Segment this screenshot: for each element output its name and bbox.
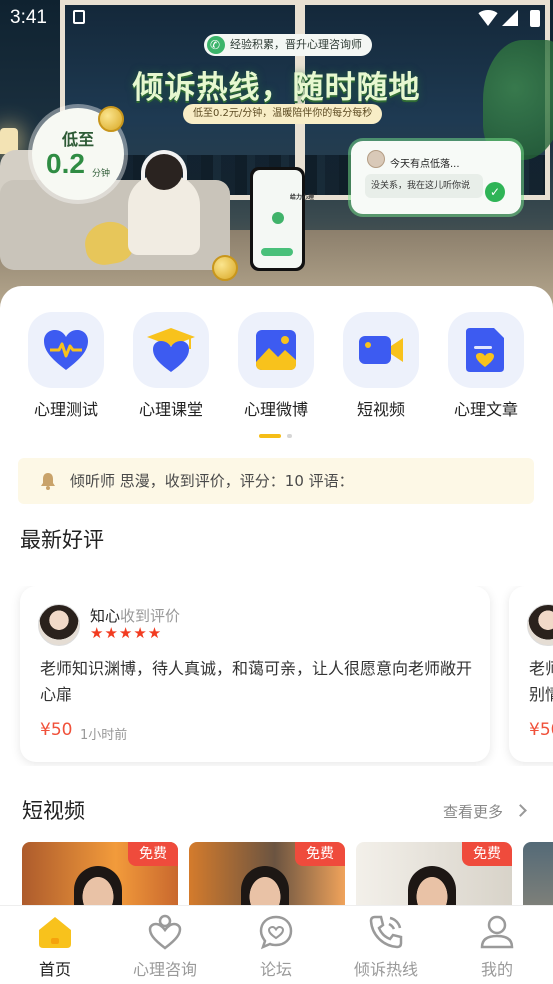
chat-heart-icon xyxy=(259,915,293,950)
chat-bubble: 今天有点低落... 没关系，我在这儿听你说 ✓ xyxy=(351,141,521,214)
review-text: 老师知识渊博，待人真诚，和蔼可亲，让人很愿意向老师敞开心扉 xyxy=(40,659,473,704)
quick-link-psych-blog[interactable]: 心理微博 xyxy=(229,312,323,420)
bottom-tab-bar: 首页 心理咨询 论坛 倾诉热线 我的 xyxy=(0,905,553,984)
tab-label: 论坛 xyxy=(259,960,292,979)
image-icon xyxy=(256,330,296,370)
status-time: 3:41 xyxy=(10,7,47,28)
review-time: 1小时前 xyxy=(80,728,128,743)
check-icon: ✓ xyxy=(485,182,505,202)
tab-forum[interactable]: 论坛 xyxy=(221,906,331,984)
reviews-section-title: 最新好评 xyxy=(20,528,104,552)
banner-subtitle: 低至0.2元/分钟，温暖陪伴你的每分每秒 xyxy=(183,104,383,124)
quick-link-label: 短视频 xyxy=(356,400,405,419)
phone-button xyxy=(261,248,293,256)
quick-link-psych-class[interactable]: 心理课堂 xyxy=(124,312,218,420)
see-more-link[interactable]: 查看更多 xyxy=(443,801,503,822)
phone-illustration: 给力心理 xyxy=(250,167,314,271)
coin-icon xyxy=(212,255,238,281)
pager-dot xyxy=(287,434,292,438)
video-face xyxy=(74,866,122,906)
quick-link-label: 心理文章 xyxy=(453,400,518,419)
home-icon xyxy=(39,917,71,948)
review-action: 收到评价 xyxy=(120,607,181,625)
wifi-icon xyxy=(476,10,500,26)
heart-person-icon xyxy=(148,914,182,950)
graduation-heart-icon xyxy=(147,328,195,372)
quick-links: 心理测试 心理课堂 心理微博 短视频 心理文章 xyxy=(0,312,553,422)
heart-pulse-icon xyxy=(44,330,88,370)
reviewer-name-text: 知心 xyxy=(90,607,121,625)
tab-label: 首页 xyxy=(38,960,71,979)
price-unit: 分钟 xyxy=(92,169,111,179)
avatar xyxy=(38,604,80,646)
video-thumbnail[interactable]: 免费 xyxy=(22,842,178,906)
tab-hotline[interactable]: 倾诉热线 xyxy=(331,906,441,984)
phone-icon xyxy=(207,36,225,54)
reviewer-name: 知心收到评价 xyxy=(90,605,180,626)
tab-profile[interactable]: 我的 xyxy=(442,906,552,984)
user-icon xyxy=(480,915,514,949)
notice-bar[interactable]: 倾听师 思漫，收到评价，评分：10 评语： xyxy=(18,458,534,504)
video-thumbnail[interactable]: 免费 xyxy=(356,842,512,906)
free-badge: 免费 xyxy=(462,842,512,866)
banner-tag-text: 经验积累，晋升心理咨询师 xyxy=(230,38,362,51)
document-heart-icon xyxy=(466,328,504,372)
avatar xyxy=(527,604,553,646)
quick-link-label: 心理测试 xyxy=(33,400,98,419)
review-text: 老师 别情 xyxy=(529,659,553,704)
quick-link-psych-article[interactable]: 心理文章 xyxy=(439,312,533,420)
video-thumbnail[interactable]: 免费 xyxy=(189,842,345,906)
status-bar: 3:41 xyxy=(0,0,553,38)
coin-icon xyxy=(98,106,124,132)
star-rating: ★★★★★ xyxy=(90,624,163,642)
review-card[interactable]: 老师 别情 ¥50 xyxy=(509,586,553,762)
banner-tag: 经验积累，晋升心理咨询师 xyxy=(204,34,372,56)
phone-app-title: 给力心理 xyxy=(289,194,314,201)
quick-link-psych-test[interactable]: 心理测试 xyxy=(19,312,113,420)
pager-dot-active xyxy=(259,434,281,438)
bell-icon xyxy=(41,473,55,490)
review-card[interactable]: 知心收到评价 ★★★★★ 老师知识渊博，待人真诚，和蔼可亲，让人很愿意向老师敞开… xyxy=(20,586,490,762)
quick-link-label: 心理课堂 xyxy=(138,400,203,419)
notice-text: 倾听师 思漫，收到评价，评分：10 评语： xyxy=(70,472,354,490)
banner-title: 倾诉热线，随时随地 xyxy=(132,70,421,106)
free-badge: 免费 xyxy=(295,842,345,866)
tab-label: 心理咨询 xyxy=(132,960,197,979)
phone-ring-icon xyxy=(369,915,403,949)
main-content: 心理测试 心理课堂 心理微博 短视频 心理文章 倾听师 思漫，收到评价，评分：1… xyxy=(0,286,553,906)
videos-section-title: 短视频 xyxy=(22,799,85,823)
review-price: ¥50 xyxy=(40,720,73,740)
review-price: ¥50 xyxy=(529,720,553,740)
notification-icon xyxy=(73,10,85,24)
tab-home[interactable]: 首页 xyxy=(0,906,110,984)
quick-link-short-video[interactable]: 短视频 xyxy=(334,312,428,420)
chat-name: 今天有点低落... xyxy=(390,159,460,170)
video-thumbnail[interactable] xyxy=(523,842,553,906)
tab-label: 倾诉热线 xyxy=(353,960,418,979)
chat-reply: 没关系，我在这儿听你说 xyxy=(365,174,483,198)
cellular-icon xyxy=(502,10,518,26)
quick-link-label: 心理微博 xyxy=(243,400,308,419)
chevron-right-icon[interactable] xyxy=(514,804,527,817)
battery-icon xyxy=(530,10,540,27)
free-badge: 免费 xyxy=(128,842,178,866)
video-camera-icon xyxy=(359,336,403,364)
call-icon xyxy=(272,212,284,224)
reviews-carousel[interactable]: 知心收到评价 ★★★★★ 老师知识渊博，待人真诚，和蔼可亲，让人很愿意向老师敞开… xyxy=(0,586,553,766)
price-value: 0.2 xyxy=(46,148,85,179)
avatar xyxy=(367,150,385,168)
video-face xyxy=(241,866,289,906)
hero-banner[interactable]: 3:41 经验积累，晋升心理咨询师 倾诉热线，随时随地 低至0.2元/分钟，温暖… xyxy=(0,0,553,310)
video-list: 免费 免费 免费 xyxy=(0,842,553,906)
video-face xyxy=(408,866,456,906)
tab-label: 我的 xyxy=(480,960,513,979)
tab-consult[interactable]: 心理咨询 xyxy=(110,906,220,984)
